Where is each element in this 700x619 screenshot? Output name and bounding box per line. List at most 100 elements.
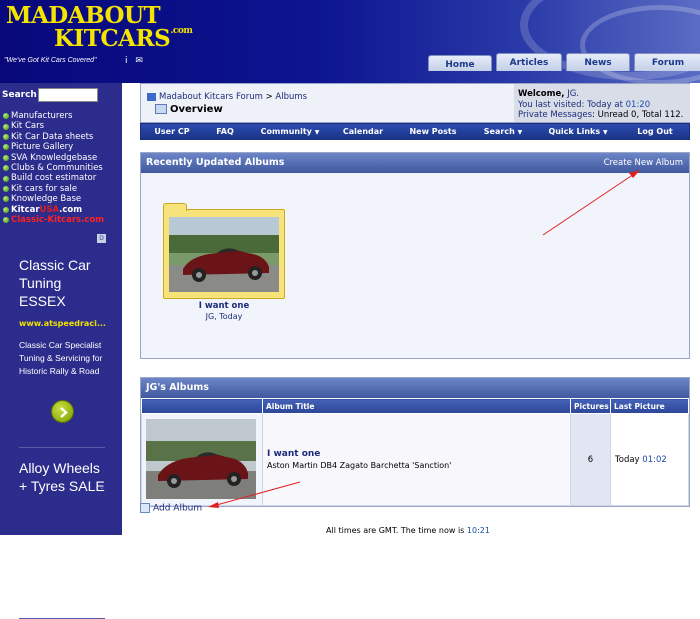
nav-label: Calendar — [342, 127, 384, 136]
album-meta: JG, Today — [205, 312, 243, 321]
welcome-box: Welcome, JG. You last visited: Today at … — [514, 84, 690, 122]
sidebar-item-label: Clubs & Communities — [11, 162, 103, 173]
column-header-last-picture: Last Picture — [610, 398, 689, 414]
sidebar-item-data-sheets[interactable]: Kit Car Data sheets — [3, 132, 104, 142]
site-header: MADABOUT KITCARS.com "We've Got Kit Cars… — [0, 0, 700, 83]
logo-line1: MADABOUT — [6, 2, 161, 29]
album-thumb-cell — [141, 413, 263, 506]
my-albums-panel: JG's Albums Album Title Pictures Last Pi… — [140, 377, 690, 507]
nav-search[interactable]: Search ▼ — [473, 127, 533, 136]
private-messages-count: : Unread 0, Total 112. — [592, 110, 684, 120]
breadcrumb-albums-link[interactable]: Albums — [275, 92, 307, 102]
sidebar-item-label: Build cost estimator — [11, 173, 97, 184]
private-messages-link[interactable]: Private Messages — [518, 110, 592, 120]
sidebar-item-label: Kit Cars — [11, 121, 45, 132]
sidebar-item-classic-kitcars[interactable]: Classic-Kitcars.com — [3, 215, 104, 225]
album-thumbnail[interactable] — [146, 418, 256, 499]
sidebar-search: Search — [2, 88, 98, 102]
sidebar-item-label: SVA Knowledgebase — [11, 152, 98, 163]
breadcrumb-forum-link[interactable]: Madabout Kitcars Forum — [159, 92, 263, 102]
kitcarusa-part: USA — [39, 204, 60, 215]
column-header-pictures: Pictures — [570, 398, 611, 414]
bullet-icon — [3, 133, 9, 140]
folder-tab — [163, 203, 187, 211]
ad-text: Classic Car Specialist Tuning & Servicin… — [19, 340, 103, 376]
private-messages: Private Messages: Unread 0, Total 112. — [518, 110, 686, 121]
album-thumbnail[interactable] — [169, 217, 279, 292]
album-name-link[interactable]: I want one — [163, 301, 285, 311]
tab-news[interactable]: News — [566, 53, 630, 71]
sidebar-item-label: Knowledge Base — [11, 194, 82, 205]
albums-table-header: Album Title Pictures Last Picture — [141, 398, 689, 414]
album-title-link[interactable]: I want one — [267, 449, 570, 459]
arrow-right-icon[interactable] — [51, 400, 74, 423]
breadcrumb: Madabout Kitcars Forum > Albums Overview… — [140, 83, 690, 123]
bullet-icon — [3, 217, 9, 224]
column-header-thumb — [141, 398, 263, 414]
sidebar: Search Manufacturers Kit Cars Kit Car Da… — [0, 83, 122, 619]
nav-label: Log Out — [637, 127, 673, 136]
ad-choices-icon[interactable]: D — [97, 234, 106, 243]
ad-divider — [19, 447, 105, 448]
sidebar-item-kit-cars-for-sale[interactable]: Kit cars for sale — [3, 184, 104, 194]
nav-quick-links[interactable]: Quick Links ▼ — [533, 127, 623, 136]
forum-navbar: User CP FAQ Community ▼ Calendar New Pos… — [140, 123, 690, 140]
forum-home-icon[interactable] — [147, 92, 156, 101]
nav-calendar[interactable]: Calendar — [333, 127, 393, 136]
bullet-icon — [3, 123, 9, 130]
site-logo[interactable]: MADABOUT KITCARS.com — [6, 2, 193, 50]
sidebar-item-label: Manufacturers — [11, 111, 73, 121]
last-visited-time: 01:20 — [625, 99, 651, 110]
add-album-link[interactable]: Add Album — [140, 503, 202, 514]
nav-label: User CP — [154, 127, 190, 136]
caret-down-icon: ▼ — [517, 129, 523, 136]
nav-community[interactable]: Community ▼ — [247, 127, 333, 136]
nav-new-posts[interactable]: New Posts — [393, 127, 473, 136]
sidebar-item-knowledge-base[interactable]: Knowledge Base — [3, 194, 104, 204]
sidebar-item-build-cost[interactable]: Build cost estimator — [3, 173, 104, 183]
nav-log-out[interactable]: Log Out — [623, 127, 687, 136]
welcome-user-link[interactable]: JG. — [567, 89, 579, 99]
create-new-album-link[interactable]: Create New Album — [604, 153, 683, 173]
sidebar-item-clubs[interactable]: Clubs & Communities — [3, 163, 104, 173]
album-last-picture: Today 01:02 — [610, 413, 689, 506]
add-album-icon — [140, 503, 150, 513]
album-description: Aston Martin DB4 Zagato Barchetta 'Sanct… — [267, 461, 452, 470]
recent-albums-panel: Recently Updated Albums Create New Album… — [140, 152, 690, 359]
sidebar-item-kit-cars[interactable]: Kit Cars — [3, 121, 104, 131]
kitcarusa-part: .com — [59, 204, 83, 215]
sidebar-item-picture-gallery[interactable]: Picture Gallery — [3, 142, 104, 152]
album-folder[interactable] — [163, 203, 285, 299]
search-input[interactable] — [37, 88, 98, 102]
nav-label: Community — [260, 127, 312, 136]
table-row: I want one Aston Martin DB4 Zagato Barch… — [141, 413, 689, 506]
ad-title-alloy[interactable]: Alloy Wheels + Tyres SALE — [19, 459, 109, 495]
my-albums-title: JG's Albums — [146, 382, 209, 393]
nav-label: FAQ — [216, 127, 234, 136]
page-title-text: Overview — [170, 104, 223, 115]
nav-faq[interactable]: FAQ — [203, 127, 247, 136]
sidebar-item-label: Classic-Kitcars.com — [11, 214, 105, 225]
caret-down-icon: ▼ — [314, 129, 320, 136]
sidebar-item-sva-knowledgebase[interactable]: SVA Knowledgebase — [3, 153, 104, 163]
ad-title[interactable]: Classic Car Tuning ESSEX — [19, 256, 109, 310]
info-icon[interactable]: i — [125, 56, 128, 66]
mail-icon[interactable]: ✉ — [135, 56, 143, 66]
caret-down-icon: ▼ — [602, 129, 608, 136]
tab-home[interactable]: Home — [428, 55, 492, 71]
kitcarusa-part: Kitcar — [11, 204, 40, 215]
last-visited: You last visited: Today at 01:20 — [518, 100, 686, 111]
bullet-icon — [3, 144, 9, 151]
tab-articles[interactable]: Articles — [496, 53, 562, 71]
recent-albums-title: Recently Updated Albums — [146, 157, 285, 168]
album-pictures-count: 6 — [570, 413, 611, 506]
welcome-label: Welcome, — [518, 89, 565, 99]
nav-user-cp[interactable]: User CP — [141, 127, 203, 136]
bullet-icon — [3, 185, 9, 192]
sidebar-item-kitcarusa[interactable]: Kitcar USA .com — [3, 205, 104, 215]
tab-forum[interactable]: Forum — [634, 53, 700, 71]
ad-url[interactable]: www.atspeedraci... — [19, 319, 106, 328]
recent-albums-body: I want one JG, Today — [141, 173, 689, 358]
albums-table: Album Title Pictures Last Picture I want… — [141, 398, 689, 506]
sidebar-item-manufacturers[interactable]: Manufacturers — [3, 111, 104, 121]
